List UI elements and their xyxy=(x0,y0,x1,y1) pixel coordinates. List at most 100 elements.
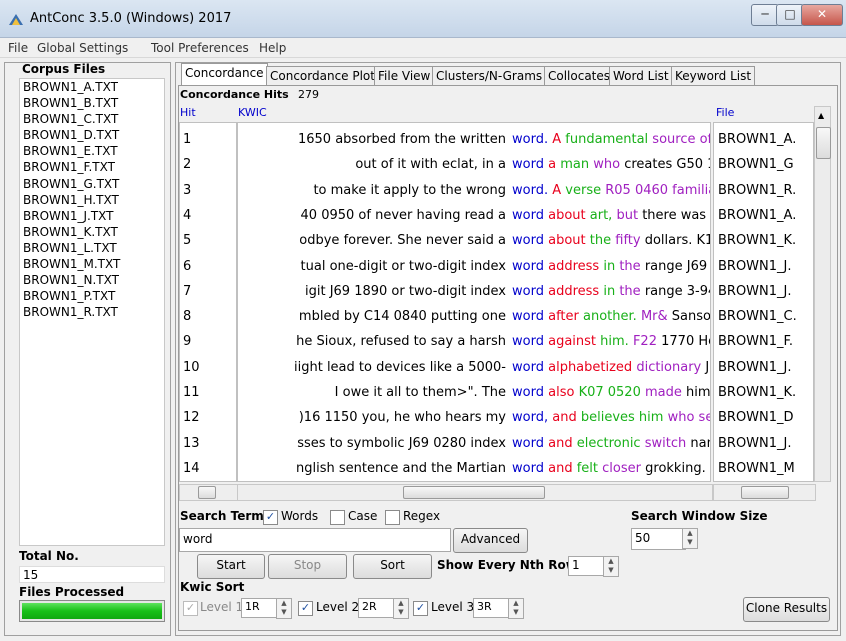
hit-number: 4 xyxy=(183,207,192,223)
tab-clusters-ngrams[interactable]: Clusters/N-Grams xyxy=(432,66,547,86)
corpus-file-item[interactable]: BROWN1_C.TXT xyxy=(20,111,164,127)
level1-spinner[interactable]: ▲ ▼ xyxy=(276,598,292,619)
corpus-file-item[interactable]: BROWN1_E.TXT xyxy=(20,143,164,159)
words-checkbox[interactable]: ✓ xyxy=(263,510,278,525)
search-window-size-input[interactable]: 50 xyxy=(631,528,686,550)
level1-checkbox[interactable]: ✓ xyxy=(183,601,198,616)
corpus-file-item[interactable]: BROWN1_N.TXT xyxy=(20,272,164,288)
hit-horizontal-scrollbar[interactable] xyxy=(179,484,239,501)
window-title: AntConc 3.5.0 (Windows) 2017 xyxy=(30,11,232,26)
kwic-left-context: 1650 absorbed from the written xyxy=(297,132,506,147)
kwic-r2: in xyxy=(603,283,616,299)
corpus-file-item[interactable]: BROWN1_G.TXT xyxy=(20,176,164,192)
file-name: BROWN1_J. xyxy=(718,435,792,451)
corpus-file-item[interactable]: BROWN1_B.TXT xyxy=(20,95,164,111)
tab-collocates[interactable]: Collocates xyxy=(544,66,615,86)
hit-number: 9 xyxy=(183,334,192,350)
kwic-r3: made xyxy=(645,385,682,400)
corpus-file-item[interactable]: BROWN1_P.TXT xyxy=(20,288,164,304)
level3-checkbox[interactable]: ✓ xyxy=(413,601,428,616)
kwic-left-context: nglish sentence and the Martian xyxy=(296,460,506,476)
corpus-file-item[interactable]: BROWN1_L.TXT xyxy=(20,240,164,256)
file-horizontal-scrollbar[interactable] xyxy=(713,484,816,501)
window-size-spinner[interactable]: ▲ ▼ xyxy=(682,528,698,549)
kwic-column-header[interactable]: KWIC xyxy=(238,106,267,119)
corpus-file-item[interactable]: BROWN1_H.TXT xyxy=(20,192,164,208)
sort-button[interactable]: Sort xyxy=(353,554,432,579)
hit-column-header[interactable]: Hit xyxy=(180,106,196,119)
kwic-r2: another. xyxy=(583,309,637,325)
corpus-file-item[interactable]: BROWN1_K.TXT xyxy=(20,224,164,240)
corpus-file-item[interactable]: BROWN1_J.TXT xyxy=(20,208,164,224)
results-vertical-scrollbar[interactable]: ▲ xyxy=(814,106,831,482)
nth-row-spinner[interactable]: ▲ ▼ xyxy=(603,556,619,577)
file-name: BROWN1_K. xyxy=(718,233,797,249)
corpus-file-item[interactable]: BROWN1_D.TXT xyxy=(20,127,164,143)
level3-spinner[interactable]: ▲ ▼ xyxy=(508,598,524,619)
level2-input[interactable]: 2R xyxy=(358,598,397,618)
advanced-button[interactable]: Advanced xyxy=(453,528,528,553)
close-button[interactable]: ✕ xyxy=(801,4,843,26)
corpus-file-item[interactable]: BROWN1_F.TXT xyxy=(20,159,164,175)
kwic-keyword: word xyxy=(512,359,544,375)
tab-keyword-list[interactable]: Keyword List xyxy=(671,66,756,86)
kwic-rest: range J69 1 xyxy=(644,258,710,274)
tab-concordance-plot[interactable]: Concordance Plot xyxy=(266,66,379,86)
file-scroll-thumb[interactable] xyxy=(741,486,789,499)
hit-column[interactable]: 1 2 3 4 5 6 7 8 9 10 11 12 13 14 xyxy=(179,122,237,482)
case-checkbox[interactable] xyxy=(330,510,345,525)
kwic-r3: switch xyxy=(644,435,687,451)
clone-results-button[interactable]: Clone Results xyxy=(743,597,830,622)
vertical-scroll-thumb[interactable] xyxy=(816,127,831,159)
kwic-scroll-thumb[interactable] xyxy=(403,486,545,499)
level2-label: Level 2 xyxy=(316,600,360,614)
nth-row-input[interactable]: 1 xyxy=(568,556,607,576)
search-term-input[interactable]: word xyxy=(179,528,451,552)
corpus-file-item[interactable]: BROWN1_R.TXT xyxy=(20,304,164,320)
menu-tool-preferences[interactable]: Tool Preferences xyxy=(151,41,249,55)
kwic-r3: fundamental xyxy=(565,132,649,147)
tab-concordance[interactable]: Concordance xyxy=(181,63,268,87)
kwic-rest: range 3-94. xyxy=(644,283,710,299)
kwic-right-context: word address in the range J69 1 xyxy=(512,256,710,278)
regex-checkbox[interactable] xyxy=(385,510,400,525)
menu-file[interactable]: File xyxy=(8,41,28,55)
corpus-file-item[interactable]: BROWN1_M.TXT xyxy=(20,256,164,272)
kwic-column[interactable]: 1650 absorbed from the written word. A fu… xyxy=(237,122,711,482)
stop-button[interactable]: Stop xyxy=(268,554,347,579)
level2-spinner[interactable]: ▲ ▼ xyxy=(393,598,409,619)
kwic-keyword: word xyxy=(512,410,544,426)
file-column-header[interactable]: File xyxy=(716,106,734,119)
file-column[interactable]: BROWN1_A. BROWN1_G BROWN1_R. BROWN1_A. BROWN… xyxy=(713,122,814,482)
tab-file-view[interactable]: File View xyxy=(374,66,435,86)
level1-input[interactable]: 1R xyxy=(241,598,280,618)
minimize-button[interactable]: ─ xyxy=(751,4,779,26)
kwic-r1: about xyxy=(548,233,586,249)
corpus-file-item[interactable]: BROWN1_A.TXT xyxy=(20,79,164,95)
concordance-hits-count: 279 xyxy=(298,88,319,101)
maximize-button[interactable]: □ xyxy=(776,4,804,26)
menu-global-settings[interactable]: Global Settings xyxy=(37,41,128,55)
case-label: Case xyxy=(348,509,378,523)
level3-input[interactable]: 3R xyxy=(473,598,512,618)
kwic-horizontal-scrollbar[interactable] xyxy=(237,484,713,501)
tab-word-list[interactable]: Word List xyxy=(609,66,673,86)
kwic-r1: a xyxy=(548,157,557,173)
kwic-right-context: word about the fifty dollars. K18 xyxy=(512,230,710,252)
kwic-rest: nam xyxy=(690,435,710,451)
level2-checkbox[interactable]: ✓ xyxy=(298,601,313,616)
file-name: BROWN1_C. xyxy=(718,309,797,325)
menu-help[interactable]: Help xyxy=(259,41,286,55)
corpus-file-list[interactable]: BROWN1_A.TXT BROWN1_B.TXT BROWN1_C.TXT BROW… xyxy=(19,78,165,546)
scroll-up-icon[interactable]: ▲ xyxy=(818,111,824,120)
hit-number: 3 xyxy=(183,182,192,198)
hit-scroll-thumb[interactable] xyxy=(198,486,216,499)
kwic-r1: and xyxy=(548,460,573,476)
file-name: BROWN1_R. xyxy=(718,182,797,198)
kwic-r1: alphabetized xyxy=(548,359,633,375)
kwic-right-context: word a man who creates G50 1: xyxy=(512,154,710,176)
kwic-r2: the xyxy=(589,233,612,249)
kwic-right-context: word, and believes him who sen xyxy=(512,407,710,429)
kwic-keyword: word xyxy=(512,460,544,476)
start-button[interactable]: Start xyxy=(197,554,265,579)
